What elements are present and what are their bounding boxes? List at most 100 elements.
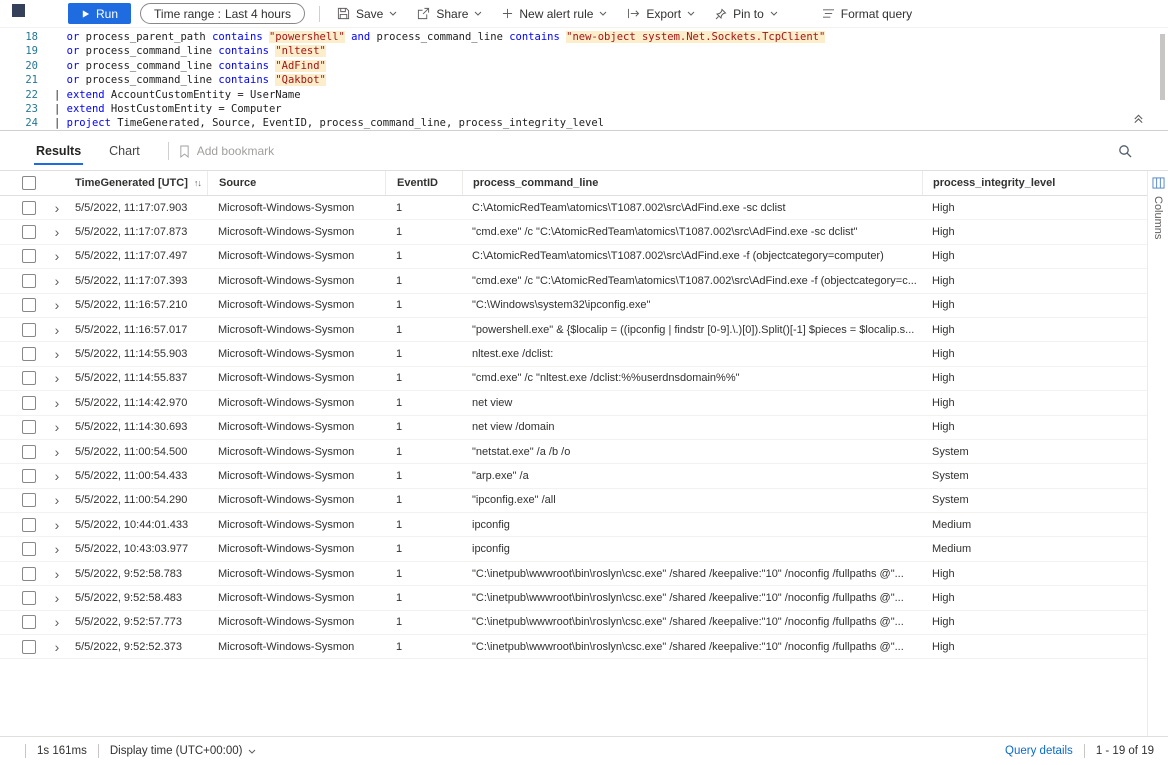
- row-checkbox[interactable]: [22, 371, 36, 385]
- expand-row-icon[interactable]: ›: [55, 518, 60, 532]
- query-details-link[interactable]: Query details: [1005, 745, 1073, 757]
- time-range-picker[interactable]: Time range : Last 4 hours: [140, 3, 305, 24]
- code-line[interactable]: 22| extend AccountCustomEntity = UserNam…: [0, 88, 1168, 102]
- row-checkbox[interactable]: [22, 445, 36, 459]
- table-row[interactable]: ›5/5/2022, 11:00:54.433Microsoft-Windows…: [0, 464, 1147, 488]
- code-line[interactable]: 23| extend HostCustomEntity = Computer: [0, 102, 1168, 116]
- header-process-integrity-level[interactable]: process_integrity_level: [922, 171, 1147, 195]
- expand-row-icon[interactable]: ›: [55, 396, 60, 410]
- expand-row-icon[interactable]: ›: [55, 640, 60, 654]
- table-row[interactable]: ›5/5/2022, 10:43:03.977Microsoft-Windows…: [0, 537, 1147, 561]
- cell-process-integrity-level: High: [922, 226, 1147, 238]
- table-row[interactable]: ›5/5/2022, 11:00:54.290Microsoft-Windows…: [0, 489, 1147, 513]
- row-checkbox[interactable]: [22, 567, 36, 581]
- select-all-checkbox[interactable]: [22, 176, 36, 190]
- row-checkbox[interactable]: [22, 225, 36, 239]
- expand-row-icon[interactable]: ›: [55, 225, 60, 239]
- save-button[interactable]: Save: [327, 0, 407, 27]
- cell-source: Microsoft-Windows-Sysmon: [207, 470, 385, 482]
- expand-row-icon[interactable]: ›: [55, 493, 60, 507]
- table-row[interactable]: ›5/5/2022, 9:52:57.773Microsoft-Windows-…: [0, 611, 1147, 635]
- expand-row-icon[interactable]: ›: [55, 615, 60, 629]
- table-row[interactable]: ›5/5/2022, 9:52:58.783Microsoft-Windows-…: [0, 562, 1147, 586]
- columns-panel-toggle[interactable]: Columns: [1147, 171, 1168, 737]
- run-button[interactable]: Run: [68, 3, 131, 24]
- row-checkbox[interactable]: [22, 201, 36, 215]
- collapse-editor-button[interactable]: [1131, 111, 1146, 126]
- row-checkbox[interactable]: [22, 274, 36, 288]
- row-checkbox[interactable]: [22, 323, 36, 337]
- portal-icon-fragment: [12, 4, 25, 17]
- expand-row-icon[interactable]: ›: [55, 445, 60, 459]
- tab-chart[interactable]: Chart: [95, 132, 154, 170]
- table-row[interactable]: ›5/5/2022, 11:17:07.393Microsoft-Windows…: [0, 269, 1147, 293]
- table-row[interactable]: ›5/5/2022, 11:17:07.497Microsoft-Windows…: [0, 245, 1147, 269]
- table-row[interactable]: ›5/5/2022, 11:16:57.210Microsoft-Windows…: [0, 294, 1147, 318]
- expand-row-icon[interactable]: ›: [55, 323, 60, 337]
- row-checkbox[interactable]: [22, 542, 36, 556]
- header-source[interactable]: Source: [207, 171, 385, 195]
- new-alert-rule-button[interactable]: New alert rule: [492, 0, 617, 27]
- table-row[interactable]: ›5/5/2022, 11:14:55.903Microsoft-Windows…: [0, 342, 1147, 366]
- row-checkbox[interactable]: [22, 518, 36, 532]
- pin-to-button[interactable]: Pin to: [705, 0, 788, 27]
- table-row[interactable]: ›5/5/2022, 11:00:54.500Microsoft-Windows…: [0, 440, 1147, 464]
- row-checkbox[interactable]: [22, 298, 36, 312]
- header-timegenerated-label: TimeGenerated [UTC]: [75, 177, 188, 189]
- code-line[interactable]: 18 or process_parent_path contains "powe…: [0, 30, 1168, 44]
- editor-scrollbar[interactable]: [1160, 34, 1165, 100]
- expand-row-icon[interactable]: ›: [55, 371, 60, 385]
- row-checkbox[interactable]: [22, 420, 36, 434]
- expand-row-icon[interactable]: ›: [55, 249, 60, 263]
- sort-arrows-icon[interactable]: ↑↓: [194, 178, 201, 188]
- expand-row-icon[interactable]: ›: [55, 298, 60, 312]
- table-row[interactable]: ›5/5/2022, 11:14:55.837Microsoft-Windows…: [0, 367, 1147, 391]
- code-line[interactable]: 21 or process_command_line contains "Qak…: [0, 73, 1168, 87]
- row-checkbox[interactable]: [22, 640, 36, 654]
- query-editor[interactable]: 18 or process_parent_path contains "powe…: [0, 27, 1168, 131]
- row-checkbox[interactable]: [22, 615, 36, 629]
- share-icon: [417, 7, 430, 20]
- format-query-button[interactable]: Format query: [812, 0, 922, 27]
- table-row[interactable]: ›5/5/2022, 11:14:30.693Microsoft-Windows…: [0, 416, 1147, 440]
- table-row[interactable]: ›5/5/2022, 9:52:58.483Microsoft-Windows-…: [0, 586, 1147, 610]
- expand-row-icon[interactable]: ›: [55, 420, 60, 434]
- code-line[interactable]: 19 or process_command_line contains "nlt…: [0, 44, 1168, 58]
- search-button[interactable]: [1116, 142, 1134, 160]
- expand-row-icon[interactable]: ›: [55, 469, 60, 483]
- row-checkbox[interactable]: [22, 493, 36, 507]
- row-checkbox[interactable]: [22, 347, 36, 361]
- row-checkbox[interactable]: [22, 249, 36, 263]
- expand-row-icon[interactable]: ›: [55, 274, 60, 288]
- expand-row-icon[interactable]: ›: [55, 542, 60, 556]
- cell-source: Microsoft-Windows-Sysmon: [207, 226, 385, 238]
- row-select-cell: [0, 420, 44, 434]
- cell-timegenerated: 5/5/2022, 9:52:57.773: [70, 616, 207, 628]
- expand-row-icon[interactable]: ›: [55, 591, 60, 605]
- expand-row-icon[interactable]: ›: [55, 347, 60, 361]
- table-row[interactable]: ›5/5/2022, 11:17:07.903Microsoft-Windows…: [0, 196, 1147, 220]
- display-time-selector[interactable]: Display time (UTC+00:00): [110, 745, 257, 757]
- cell-timegenerated: 5/5/2022, 11:17:07.393: [70, 275, 207, 287]
- export-button[interactable]: Export: [617, 0, 705, 27]
- expand-row-icon[interactable]: ›: [55, 201, 60, 215]
- share-button[interactable]: Share: [407, 0, 492, 27]
- table-row[interactable]: ›5/5/2022, 9:52:52.373Microsoft-Windows-…: [0, 635, 1147, 659]
- code-line[interactable]: 20 or process_command_line contains "AdF…: [0, 59, 1168, 73]
- code-line[interactable]: 24| project TimeGenerated, Source, Event…: [0, 116, 1168, 130]
- header-eventid[interactable]: EventID: [385, 171, 462, 195]
- row-checkbox[interactable]: [22, 591, 36, 605]
- table-row[interactable]: ›5/5/2022, 11:16:57.017Microsoft-Windows…: [0, 318, 1147, 342]
- tab-results[interactable]: Results: [22, 132, 95, 170]
- add-bookmark-button[interactable]: Add bookmark: [179, 144, 274, 158]
- table-row[interactable]: ›5/5/2022, 10:44:01.433Microsoft-Windows…: [0, 513, 1147, 537]
- table-row[interactable]: ›5/5/2022, 11:14:42.970Microsoft-Windows…: [0, 391, 1147, 415]
- row-checkbox[interactable]: [22, 396, 36, 410]
- header-timegenerated[interactable]: TimeGenerated [UTC] ↑↓: [70, 171, 207, 195]
- header-process-command-line[interactable]: process_command_line: [462, 171, 922, 195]
- expand-row-icon[interactable]: ›: [55, 567, 60, 581]
- table-row[interactable]: ›5/5/2022, 11:17:07.873Microsoft-Windows…: [0, 220, 1147, 244]
- cell-process-integrity-level: High: [922, 421, 1147, 433]
- cell-process-command-line: C:\AtomicRedTeam\atomics\T1087.002\src\A…: [462, 250, 922, 262]
- row-checkbox[interactable]: [22, 469, 36, 483]
